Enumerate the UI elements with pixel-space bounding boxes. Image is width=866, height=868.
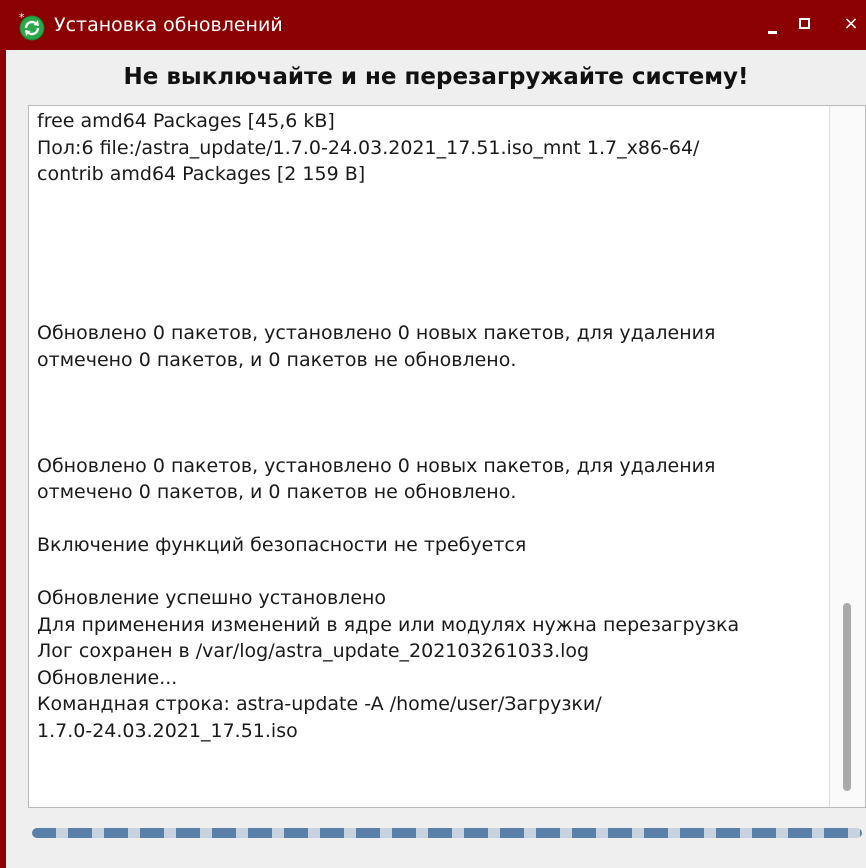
minimize-button[interactable] <box>760 10 786 38</box>
log-text: free amd64 Packages [45,6 kB] Пол:6 file… <box>37 110 740 742</box>
maximize-icon <box>799 18 810 29</box>
close-button[interactable]: × <box>838 10 864 38</box>
vertical-scrollbar[interactable] <box>829 106 865 807</box>
refresh-icon: * <box>19 13 45 41</box>
warning-heading: Не выключайте и не перезагружайте систем… <box>123 64 749 90</box>
close-icon: × <box>843 13 859 34</box>
title-bar[interactable]: * Установка обновлений × <box>6 0 866 50</box>
svg-text:*: * <box>19 13 25 24</box>
window-title: Установка обновлений <box>54 14 283 36</box>
minimize-icon <box>768 31 777 34</box>
scrollbar-thumb[interactable] <box>843 603 851 791</box>
log-output-panel[interactable]: free amd64 Packages [45,6 kB] Пол:6 file… <box>28 105 866 808</box>
maximize-button[interactable] <box>793 10 819 38</box>
progress-bar <box>32 828 862 838</box>
update-window: * Установка обновлений × Не выключайте и… <box>0 0 866 868</box>
